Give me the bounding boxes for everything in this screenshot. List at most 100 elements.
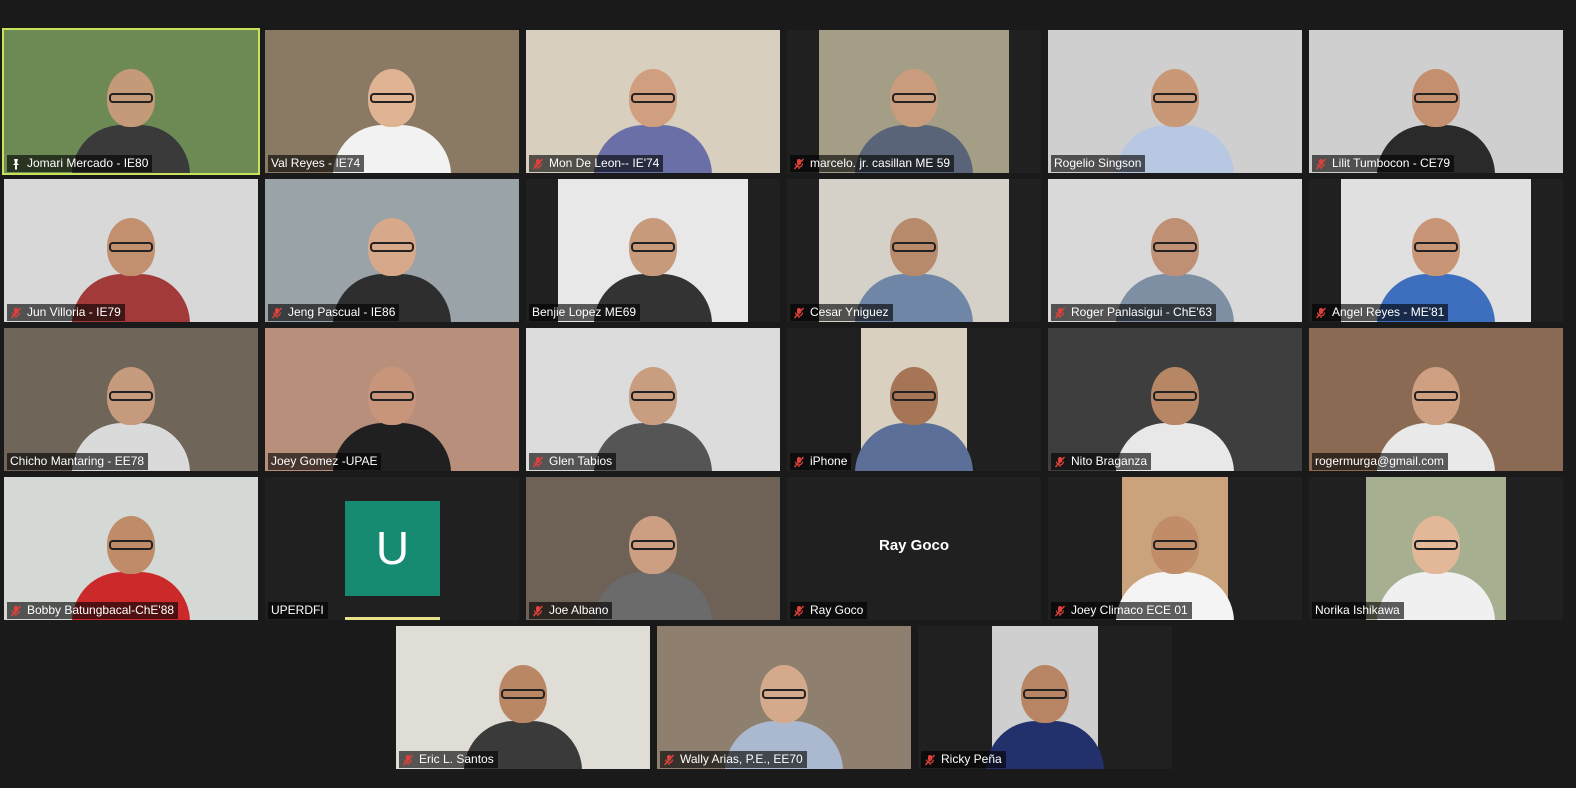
participant-tile[interactable]: Wally Arias, P.E., EE70 bbox=[657, 626, 911, 769]
participant-name-label: Joey Climaco ECE 01 bbox=[1051, 602, 1192, 619]
participant-tile[interactable]: Jomari Mercado - IE80 bbox=[2, 28, 260, 175]
participant-tile[interactable]: Cesar Yniguez bbox=[787, 179, 1041, 322]
participant-video bbox=[558, 179, 748, 322]
participant-video bbox=[855, 328, 973, 471]
participant-name: Ray Goco bbox=[810, 603, 864, 617]
participant-video bbox=[986, 626, 1104, 769]
mic-muted-icon bbox=[1315, 307, 1327, 319]
participant-video bbox=[4, 30, 258, 173]
participant-tile[interactable]: Joey Gomez -UPAE bbox=[265, 328, 519, 471]
participant-video bbox=[265, 179, 519, 322]
participant-name-label: Jeng Pascual - IE86 bbox=[268, 304, 400, 321]
participant-display-name: Ray Goco bbox=[878, 537, 950, 554]
participant-video bbox=[526, 328, 780, 471]
participant-tile[interactable]: Ray Goco Ray Goco bbox=[787, 477, 1041, 620]
participant-name: Joe Albano bbox=[549, 603, 609, 617]
participant-tile[interactable]: Val Reyes - IE74 bbox=[265, 30, 519, 173]
participant-name-label: Lilit Tumbocon - CE79 bbox=[1312, 155, 1455, 172]
participant-name: Jomari Mercado - IE80 bbox=[27, 156, 149, 170]
participant-name: Jun Villoria - IE79 bbox=[27, 305, 121, 319]
participant-tile[interactable]: marcelo. jr. casillan ME 59 bbox=[787, 30, 1041, 173]
participant-tile[interactable]: Jeng Pascual - IE86 bbox=[265, 179, 519, 322]
participant-name: marcelo. jr. casillan ME 59 bbox=[810, 156, 951, 170]
participant-tile[interactable]: Angel Reyes - ME'81 bbox=[1309, 179, 1563, 322]
mic-muted-icon bbox=[10, 605, 22, 617]
participant-tile[interactable]: Chicho Mantaring - EE78 bbox=[4, 328, 258, 471]
participant-name: Eric L. Santos bbox=[419, 752, 494, 766]
participant-tile[interactable]: Bobby Batungbacal-ChE'88 bbox=[4, 477, 258, 620]
participant-tile[interactable]: Lilit Tumbocon - CE79 bbox=[1309, 30, 1563, 173]
participant-name-label: Eric L. Santos bbox=[399, 751, 498, 768]
participant-tile[interactable]: rogermurga@gmail.com bbox=[1309, 328, 1563, 471]
mic-muted-icon bbox=[10, 307, 22, 319]
participant-tile[interactable]: Ricky Peña bbox=[918, 626, 1172, 769]
participant-name: Rogelio Singson bbox=[1054, 156, 1142, 170]
participant-name: Nito Braganza bbox=[1071, 454, 1148, 468]
participant-tile[interactable]: Joe Albano bbox=[526, 477, 780, 620]
mic-muted-icon bbox=[402, 754, 414, 766]
mic-muted-icon bbox=[924, 754, 936, 766]
mic-muted-icon bbox=[1315, 158, 1327, 170]
participant-tile[interactable]: Eric L. Santos bbox=[396, 626, 650, 769]
participant-name-label: Cesar Yniguez bbox=[790, 304, 893, 321]
participant-name: Val Reyes - IE74 bbox=[271, 156, 361, 170]
participant-silhouette bbox=[855, 353, 973, 471]
participant-video bbox=[1048, 179, 1302, 322]
participant-video bbox=[819, 30, 1009, 173]
participant-tile[interactable]: Joey Climaco ECE 01 bbox=[1048, 477, 1302, 620]
participant-video bbox=[1309, 328, 1563, 471]
mic-muted-icon bbox=[793, 456, 805, 468]
participant-video bbox=[1341, 179, 1531, 322]
participant-name: Lilit Tumbocon - CE79 bbox=[1332, 156, 1451, 170]
participant-name-label: Jun Villoria - IE79 bbox=[7, 304, 125, 321]
participant-name-label: Mon De Leon-- IE'74 bbox=[529, 155, 664, 172]
participant-name: Benjie Lopez ME69 bbox=[532, 305, 637, 319]
speaking-indicator bbox=[345, 617, 440, 620]
participant-tile[interactable]: Jun Villoria - IE79 bbox=[4, 179, 258, 322]
participant-video bbox=[1116, 477, 1234, 620]
participant-name-label: Jomari Mercado - IE80 bbox=[7, 155, 153, 172]
participant-video bbox=[4, 477, 258, 620]
participant-tile[interactable]: Glen Tabios bbox=[526, 328, 780, 471]
participant-name-label: UPERDFI bbox=[268, 602, 328, 619]
participant-name: Chicho Mantaring - EE78 bbox=[10, 454, 145, 468]
participant-name-label: Benjie Lopez ME69 bbox=[529, 304, 641, 321]
participant-video bbox=[819, 179, 1009, 322]
participant-name: Wally Arias, P.E., EE70 bbox=[680, 752, 803, 766]
participant-name-label: Ricky Peña bbox=[921, 751, 1006, 768]
participant-tile[interactable]: Nito Braganza bbox=[1048, 328, 1302, 471]
participant-name-label: Val Reyes - IE74 bbox=[268, 155, 365, 172]
participant-tile[interactable]: Rogelio Singson bbox=[1048, 30, 1302, 173]
participant-tile[interactable]: Norika Ishikawa bbox=[1309, 477, 1563, 620]
participant-tile[interactable]: U UPERDFI bbox=[265, 477, 519, 620]
participant-name: rogermurga@gmail.com bbox=[1315, 454, 1444, 468]
participant-tile[interactable]: iPhone bbox=[787, 328, 1041, 471]
participant-video bbox=[1048, 328, 1302, 471]
mic-muted-icon bbox=[1054, 456, 1066, 468]
participant-name-label: Nito Braganza bbox=[1051, 453, 1152, 470]
participant-tile[interactable]: Mon De Leon-- IE'74 bbox=[526, 30, 780, 173]
participant-name-label: iPhone bbox=[790, 453, 852, 470]
participant-name: Glen Tabios bbox=[549, 454, 613, 468]
participant-video bbox=[265, 328, 519, 471]
participant-name-label: Glen Tabios bbox=[529, 453, 617, 470]
participant-name-label: Wally Arias, P.E., EE70 bbox=[660, 751, 807, 768]
participant-name-label: Rogelio Singson bbox=[1051, 155, 1146, 172]
participant-name: UPERDFI bbox=[271, 603, 324, 617]
participant-tile[interactable]: Benjie Lopez ME69 bbox=[526, 179, 780, 322]
participant-name-label: Bobby Batungbacal-ChE'88 bbox=[7, 602, 179, 619]
participant-name: Mon De Leon-- IE'74 bbox=[549, 156, 660, 170]
participant-name: Joey Climaco ECE 01 bbox=[1071, 603, 1188, 617]
participant-name: Roger Panlasigui - ChE'63 bbox=[1071, 305, 1213, 319]
participant-name: Bobby Batungbacal-ChE'88 bbox=[27, 603, 175, 617]
mic-muted-icon bbox=[663, 754, 675, 766]
participant-tile[interactable]: Roger Panlasigui - ChE'63 bbox=[1048, 179, 1302, 322]
participant-name: Norika Ishikawa bbox=[1315, 603, 1400, 617]
mic-muted-icon bbox=[532, 158, 544, 170]
participant-video bbox=[1309, 30, 1563, 173]
mic-muted-icon bbox=[1054, 605, 1066, 617]
participant-name: iPhone bbox=[810, 454, 848, 468]
participant-video bbox=[4, 328, 258, 471]
mic-muted-icon bbox=[793, 307, 805, 319]
participant-name-label: Norika Ishikawa bbox=[1312, 602, 1404, 619]
